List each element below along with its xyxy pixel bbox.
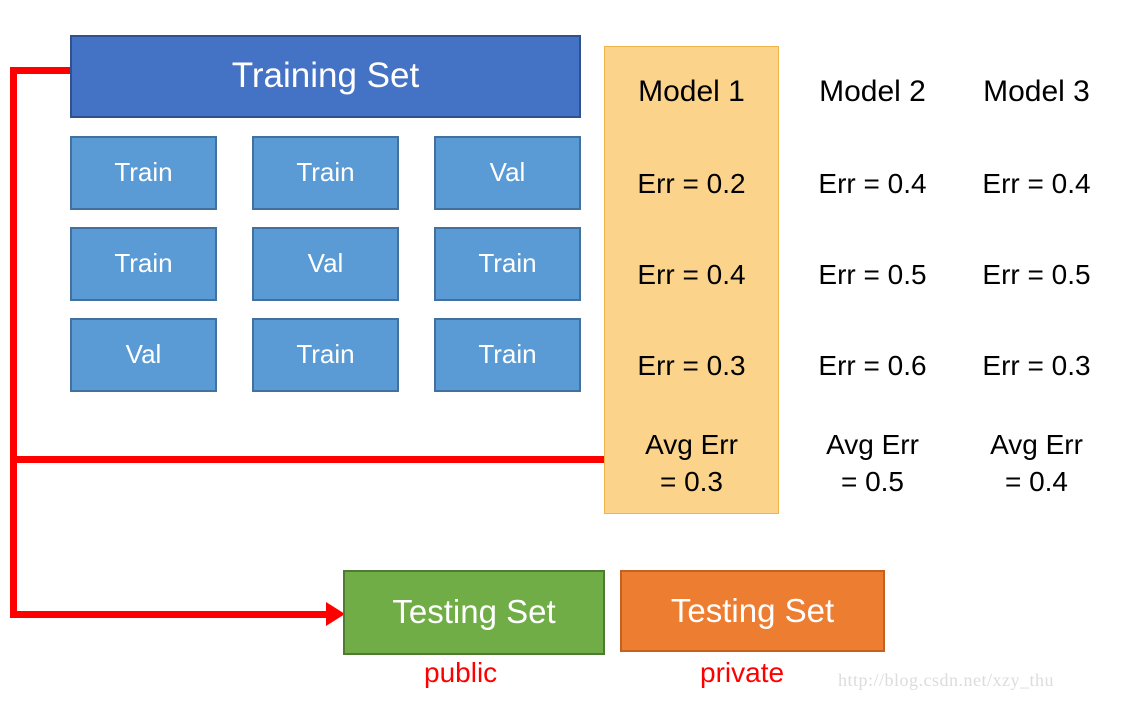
fold-cell: Train (70, 136, 217, 210)
model-average-error-value: = 0.4 (1004, 465, 1069, 497)
model-average-error: Avg Err = 0.4 (990, 411, 1083, 514)
fold-cell: Train (252, 136, 399, 210)
testing-set-private-caption: private (700, 657, 785, 688)
model-error-value: Err = 0.5 (982, 258, 1091, 290)
model-average-error-label: Avg Err (990, 429, 1083, 460)
fold-cell: Train (252, 318, 399, 392)
model-error-value: Err = 0.4 (818, 167, 927, 199)
connector-line-stub (10, 67, 78, 74)
model-title: Model 3 (983, 75, 1090, 108)
fold-cell: Val (70, 318, 217, 392)
model-average-error: Avg Err = 0.5 (826, 411, 919, 514)
model-column-3: Model 3 Err = 0.4 Err = 0.5 Err = 0.3 Av… (949, 46, 1122, 514)
model-error-value: Err = 0.3 (982, 349, 1091, 381)
fold-cell: Val (434, 136, 581, 210)
testing-set-public-caption: public (424, 657, 498, 688)
connector-line-branch-to-models (10, 456, 605, 463)
model-average-error-value: = 0.3 (659, 465, 724, 497)
connector-line-to-testing-set (10, 611, 330, 618)
model-column-2: Model 2 Err = 0.4 Err = 0.5 Err = 0.6 Av… (785, 46, 960, 514)
cross-validation-diagram: Training Set Train Train Val Train Val T… (0, 0, 1122, 710)
model-error-value: Err = 0.4 (982, 167, 1091, 199)
model-average-error-value: = 0.5 (840, 465, 905, 497)
fold-cell: Train (434, 227, 581, 301)
training-set-box: Training Set (70, 35, 581, 118)
model-title: Model 2 (819, 75, 926, 108)
fold-cell: Val (252, 227, 399, 301)
model-error-value: Err = 0.4 (637, 258, 746, 290)
model-error-value: Err = 0.5 (818, 258, 927, 290)
connector-line-trunk (10, 67, 17, 618)
model-title: Model 1 (638, 75, 745, 108)
model-average-error-label: Avg Err (645, 429, 738, 460)
model-average-error-label: Avg Err (826, 429, 919, 460)
model-error-value: Err = 0.6 (818, 349, 927, 381)
watermark: http://blog.csdn.net/xzy_thu (838, 670, 1054, 690)
testing-set-private-box: Testing Set (620, 570, 885, 652)
model-column-1: Model 1 Err = 0.2 Err = 0.4 Err = 0.3 Av… (604, 46, 779, 514)
testing-set-public-box: Testing Set (343, 570, 605, 655)
fold-cell: Train (70, 227, 217, 301)
fold-cell: Train (434, 318, 581, 392)
model-average-error: Avg Err = 0.3 (645, 411, 738, 514)
model-error-value: Err = 0.3 (637, 349, 746, 381)
model-error-value: Err = 0.2 (637, 167, 746, 199)
